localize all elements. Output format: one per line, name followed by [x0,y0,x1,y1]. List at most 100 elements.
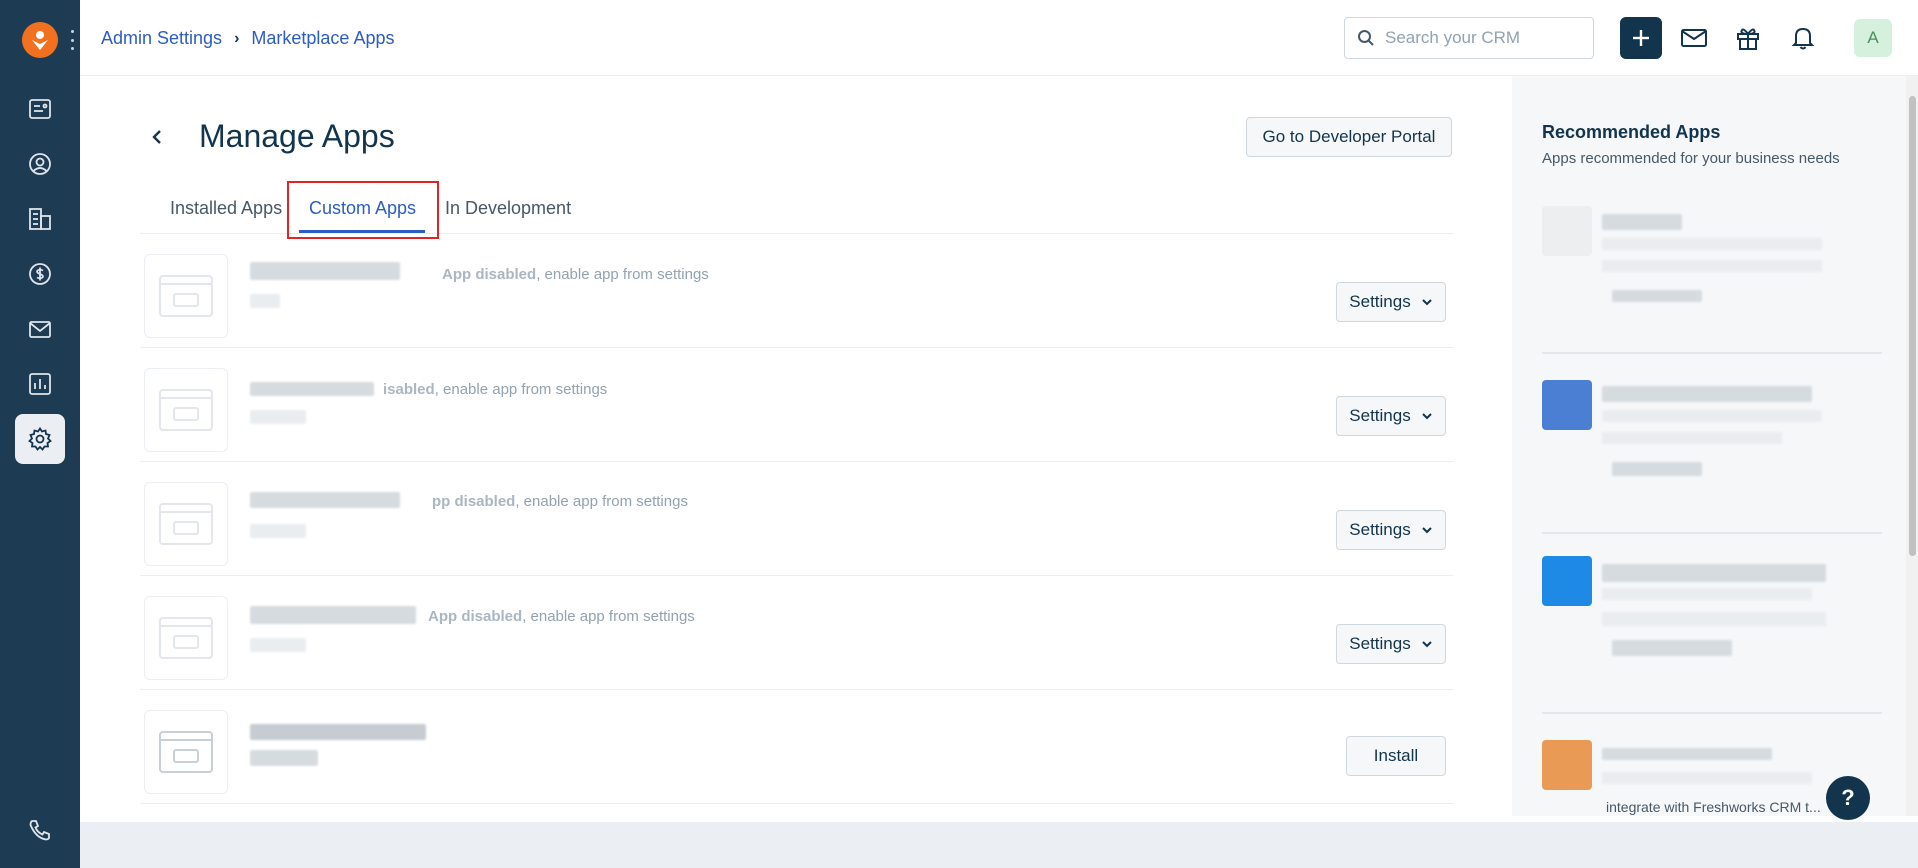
accounts-icon [29,208,51,230]
left-sidebar [0,0,80,868]
app-version-redacted [250,750,318,766]
app-placeholder-icon [144,368,228,452]
app-name-redacted [1602,386,1812,402]
envelope-icon [1681,29,1707,47]
recommended-subtitle: Apps recommended for your business needs [1542,150,1840,167]
app-rating-redacted [1612,290,1702,302]
app-row: Install [140,690,1453,804]
recommended-app-description: integrate with Freshworks CRM t... [1606,799,1821,815]
search-input[interactable] [1385,28,1575,48]
app-settings-button[interactable]: Settings [1336,396,1446,436]
scrollbar[interactable] [1906,76,1918,816]
app-version-redacted [250,638,306,652]
app-description-redacted [1602,260,1822,272]
app-placeholder-icon [144,596,228,680]
app-name-redacted [1602,564,1826,582]
breadcrumb-marketplace-apps[interactable]: Marketplace Apps [251,28,394,49]
tab-in-development[interactable]: In Development [445,182,571,234]
app-version-redacted [250,524,306,538]
app-description-redacted [1602,238,1822,250]
scrollbar-thumb[interactable] [1909,96,1916,556]
nav-phone[interactable] [15,805,65,855]
quick-add-button[interactable] [1620,17,1662,59]
app-logo [1542,380,1592,430]
user-avatar[interactable]: A [1854,19,1892,57]
back-arrow-icon [152,130,161,144]
install-app-button[interactable]: Install [1346,736,1446,776]
top-bar: Admin Settings › Marketplace Apps A [80,0,1918,76]
chevron-down-icon [1422,527,1432,534]
app-row: App disabled, enable app from settings S… [140,234,1453,348]
deals-board-icon [29,99,51,119]
notifications-button[interactable] [1787,22,1819,54]
app-logo [1542,740,1592,790]
app-description-redacted [1602,612,1826,626]
crm-search[interactable] [1344,17,1594,59]
whats-new-button[interactable] [1732,22,1764,54]
nav-settings[interactable] [15,414,65,464]
breadcrumb-admin-settings[interactable]: Admin Settings [101,28,222,49]
mail-icon [29,321,51,338]
nav-reports[interactable] [15,359,65,409]
phone-icon [29,820,50,841]
reports-icon [29,373,51,395]
app-switcher-dots-icon[interactable] [70,30,74,50]
nav-accounts[interactable] [15,194,65,244]
recommended-app-card[interactable] [1542,536,1882,714]
app-description-redacted [1602,772,1812,784]
app-settings-button[interactable]: Settings [1336,624,1446,664]
app-name-redacted [250,492,400,508]
inbox-button[interactable] [1678,22,1710,54]
chevron-down-icon [1422,299,1432,306]
settings-gear-icon [28,426,52,451]
app-row: isabled, enable app from settings Settin… [140,348,1453,462]
page-title: Manage Apps [199,118,395,154]
app-rating-redacted [1612,462,1702,476]
app-status: pp disabled, enable app from settings [432,493,688,510]
recommended-apps-panel: Recommended Apps Apps recommended for yo… [1512,76,1906,816]
footer-bar [80,822,1918,868]
app-placeholder-icon [144,254,228,338]
app-name-redacted [250,382,374,396]
developer-portal-button[interactable]: Go to Developer Portal [1246,117,1452,157]
app-status: isabled, enable app from settings [383,381,608,398]
nav-deals[interactable] [15,249,65,299]
app-settings-button[interactable]: Settings [1336,282,1446,322]
app-name-redacted [250,724,426,740]
nav-mail[interactable] [15,304,65,354]
app-row: pp disabled, enable app from settings Se… [140,462,1453,576]
app-status: App disabled, enable app from settings [442,266,709,283]
recommended-app-card[interactable] [1542,186,1882,354]
gift-icon [1737,28,1759,50]
back-button[interactable] [150,122,170,152]
app-logo [1542,206,1592,256]
app-name-redacted [1602,748,1772,760]
app-description-redacted [1602,410,1822,422]
breadcrumb-separator-icon: › [234,29,240,47]
chevron-down-icon [1422,413,1432,420]
app-settings-button[interactable]: Settings [1336,510,1446,550]
app-rating-redacted [1612,640,1732,656]
app-status: App disabled, enable app from settings [428,608,695,625]
highlight-box [287,181,439,239]
crm-logo-icon[interactable] [22,22,58,58]
app-version-redacted [250,294,280,308]
app-name-redacted [250,606,416,624]
app-placeholder-icon [144,710,228,794]
contacts-icon [29,153,51,175]
app-description-redacted [1602,588,1812,600]
help-button[interactable]: ? [1826,776,1870,820]
app-name-redacted [250,262,400,280]
tab-installed-apps[interactable]: Installed Apps [170,182,282,234]
search-icon [1358,30,1374,46]
plus-icon [1633,30,1649,46]
nav-deals-board[interactable] [15,84,65,134]
nav-contacts[interactable] [15,139,65,189]
bell-icon [1791,27,1815,50]
app-version-redacted [250,410,306,424]
app-row: App disabled, enable app from settings S… [140,576,1453,690]
app-logo [1542,556,1592,606]
recommended-app-card[interactable] [1542,356,1882,534]
recommended-title: Recommended Apps [1542,122,1721,142]
deals-dollar-icon [29,263,51,285]
